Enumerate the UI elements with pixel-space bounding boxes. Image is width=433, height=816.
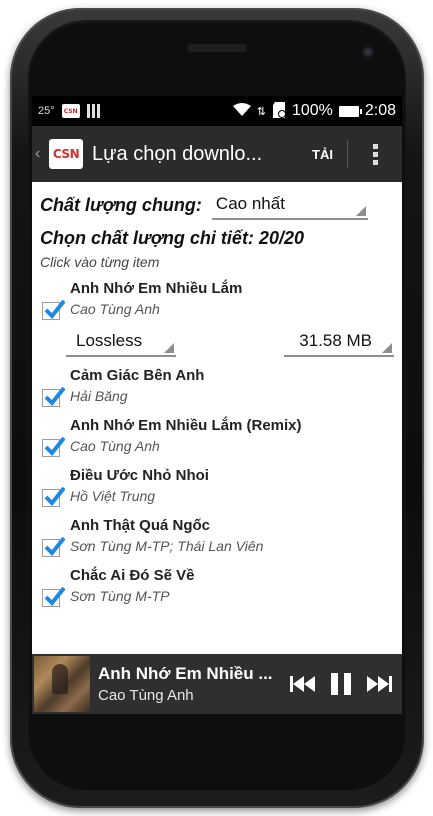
download-options-content: Chất lượng chung: Cao nhất Chọn chất lượ… — [32, 182, 402, 607]
song-title: Cảm Giác Bên Anh — [70, 367, 205, 384]
song-title: Anh Nhớ Em Nhiều Lắm (Remix) — [70, 417, 302, 434]
general-quality-row: Chất lượng chung: Cao nhất — [40, 182, 394, 228]
action-bar: ‹ CSN Lựa chọn downlo... TẢI — [32, 126, 402, 182]
page-title: Lựa chọn downlo... — [92, 142, 263, 165]
song-options-row: Lossless 31.58 MB — [66, 327, 394, 357]
screen: 25° CSN ⇅ 100% 2:08 ‹ CSN Lựa chọn downl… — [32, 96, 402, 714]
song-item[interactable]: Anh Nhớ Em Nhiều Lắm Cao Tùng Anh Lossle… — [40, 280, 394, 357]
format-spinner[interactable]: Lossless — [66, 327, 176, 357]
general-quality-value: Cao nhất — [215, 194, 285, 213]
song-artist: Hải Băng — [70, 388, 128, 404]
song-title: Anh Thật Quá Ngốc — [70, 517, 210, 534]
checkmark-icon — [44, 386, 65, 406]
battery-icon — [338, 105, 362, 117]
song-item[interactable]: Anh Thật Quá Ngốc Sơn Tùng M-TP; Thái La… — [40, 517, 394, 557]
download-button[interactable]: TẢI — [298, 147, 347, 162]
now-playing-title: Anh Nhớ Em Nhiều ... — [98, 664, 273, 683]
song-checkbox[interactable] — [42, 386, 65, 407]
song-title: Anh Nhớ Em Nhiều Lắm — [70, 280, 243, 297]
song-artist: Cao Tùng Anh — [70, 438, 160, 454]
temperature-text: 25° — [38, 105, 55, 117]
song-artist: Cao Tùng Anh — [70, 301, 160, 317]
song-list: Cảm Giác Bên Anh Hải Băng Anh Nhớ Em Nhi… — [40, 367, 394, 607]
song-title: Chắc Ai Đó Sẽ Về — [70, 567, 195, 584]
general-quality-spinner[interactable]: Cao nhất — [211, 190, 368, 220]
song-item[interactable]: Anh Nhớ Em Nhiều Lắm (Remix) Cao Tùng An… — [40, 417, 394, 457]
dropdown-triangle-icon — [382, 343, 392, 353]
song-checkbox[interactable] — [42, 486, 65, 507]
wifi-icon — [232, 102, 251, 120]
dropdown-triangle-icon — [355, 206, 366, 216]
pause-icon[interactable] — [330, 672, 352, 696]
sd-card-icon — [272, 101, 286, 121]
song-checkbox[interactable] — [42, 586, 65, 607]
sync-arrows-icon: ⇅ — [256, 105, 266, 118]
battery-percent: 100% — [291, 102, 333, 119]
checkmark-icon — [44, 436, 65, 456]
song-artist: Sơn Tùng M-TP; Thái Lan Viên — [70, 538, 264, 554]
detail-quality-title: Chọn chất lượng chi tiết: 20/20 — [40, 228, 304, 248]
checkmark-icon — [44, 486, 65, 506]
mini-player[interactable]: Anh Nhớ Em Nhiều ... Cao Tùng Anh — [32, 654, 402, 714]
size-value: 31.58 MB — [299, 331, 372, 350]
checkmark-icon — [44, 299, 65, 319]
checkmark-icon — [44, 586, 65, 606]
earpiece-speaker — [187, 44, 247, 52]
format-value: Lossless — [76, 331, 143, 350]
song-checkbox[interactable] — [42, 436, 65, 457]
csn-app-icon: CSN — [61, 104, 80, 118]
playback-controls — [290, 672, 402, 696]
song-title: Điều Ước Nhỏ Nhoi — [70, 467, 209, 484]
song-checkbox[interactable] — [42, 299, 65, 320]
now-playing-info[interactable]: Anh Nhớ Em Nhiều ... Cao Tùng Anh — [98, 664, 278, 704]
overflow-menu-icon[interactable] — [348, 143, 402, 165]
next-track-icon[interactable] — [366, 675, 392, 693]
now-playing-artist: Cao Tùng Anh — [98, 687, 194, 704]
size-spinner[interactable]: 31.58 MB — [284, 327, 394, 357]
song-artist: Hồ Việt Trung — [70, 488, 156, 504]
back-chevron-icon[interactable]: ‹ — [35, 145, 47, 163]
album-art[interactable] — [34, 656, 90, 712]
song-artist: Sơn Tùng M-TP — [70, 588, 170, 604]
song-item[interactable]: Chắc Ai Đó Sẽ Về Sơn Tùng M-TP — [40, 567, 394, 607]
status-bar: 25° CSN ⇅ 100% 2:08 — [32, 96, 402, 126]
general-quality-label: Chất lượng chung: — [40, 194, 202, 215]
song-item[interactable]: Điều Ước Nhỏ Nhoi Hồ Việt Trung — [40, 467, 394, 507]
csn-logo[interactable]: CSN — [49, 139, 83, 169]
dropdown-triangle-icon — [164, 343, 174, 353]
previous-track-icon[interactable] — [290, 675, 316, 693]
song-checkbox[interactable] — [42, 536, 65, 557]
barcode-icon — [86, 104, 100, 118]
front-camera — [362, 46, 374, 58]
detail-hint: Click vào từng item — [40, 254, 160, 270]
checkmark-icon — [44, 536, 65, 556]
song-item[interactable]: Cảm Giác Bên Anh Hải Băng — [40, 367, 394, 407]
clock: 2:08 — [364, 102, 396, 119]
